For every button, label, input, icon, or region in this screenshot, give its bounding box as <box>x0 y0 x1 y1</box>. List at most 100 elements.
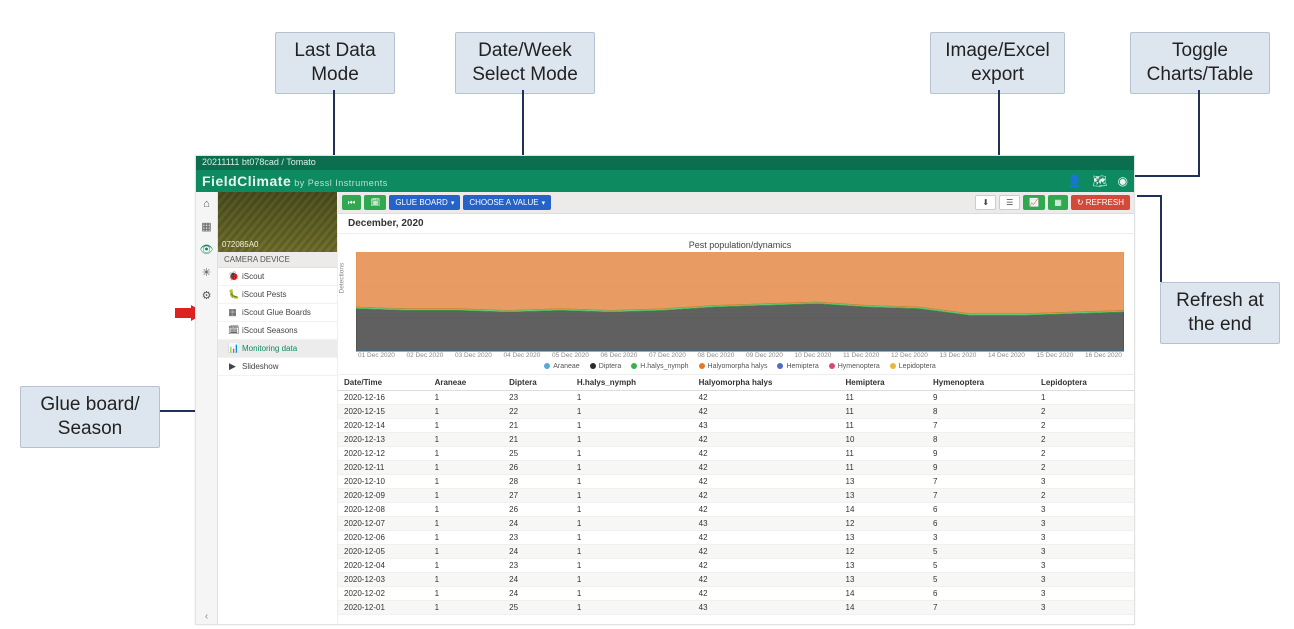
home-icon[interactable]: ⌂ <box>203 198 210 210</box>
callout-toggle: ToggleCharts/Table <box>1130 32 1270 94</box>
dashboard-icon[interactable]: ▦ <box>201 220 211 233</box>
chart-xtick: 16 Dec 2020 <box>1085 352 1122 359</box>
breadcrumb: 20211111 bt078cad / Tomato <box>196 156 1134 170</box>
toolbar: ⏮ 🗓 GLUE BOARD▾ CHOOSE A VALUE▾ ⬇ ☰ 📈 ▦ … <box>338 192 1134 214</box>
table-row: 2020-12-131211421082 <box>338 433 1134 447</box>
legend-item: Halyomorpha halys <box>699 363 768 370</box>
export-excel-button[interactable]: ☰ <box>999 195 1020 210</box>
legend-item: Araneae <box>544 363 579 370</box>
chart-ylabel: Detections <box>339 263 346 294</box>
rail-collapse-icon[interactable]: ‹ <box>205 611 208 622</box>
month-label: December, 2020 <box>338 214 1134 234</box>
sidebar-item-monitoring-data[interactable]: 📊 Monitoring data <box>218 340 337 358</box>
table-row: 2020-12-121251421192 <box>338 447 1134 461</box>
table-row: 2020-12-111261421192 <box>338 461 1134 475</box>
app-window: 20211111 bt078cad / Tomato FieldClimateb… <box>195 155 1135 625</box>
table-row: 2020-12-021241421463 <box>338 587 1134 601</box>
table-header: Date/Time <box>338 375 429 391</box>
table-row: 2020-12-011251431473 <box>338 601 1134 615</box>
callout-export: Image/Excelexport <box>930 32 1065 94</box>
nav-label: iScout Seasons <box>242 326 298 335</box>
chart-xtick: 05 Dec 2020 <box>552 352 589 359</box>
nav-label: iScout Pests <box>242 290 286 299</box>
table-row: 2020-12-031241421353 <box>338 573 1134 587</box>
chart-xtick: 02 Dec 2020 <box>407 352 444 359</box>
sidebar-item-iscout-seasons[interactable]: 🗓iScout Seasons <box>218 322 337 340</box>
chart-xtick: 11 Dec 2020 <box>843 352 879 359</box>
callout-refresh: Refresh atthe end <box>1160 282 1280 344</box>
chart-xtick: 12 Dec 2020 <box>891 352 928 359</box>
chart-xlabels: 01 Dec 202002 Dec 202003 Dec 202004 Dec … <box>356 352 1124 359</box>
chart-panel: Pest population/dynamics Detections 01 D… <box>338 234 1134 374</box>
nav-label: Monitoring data <box>242 344 297 353</box>
chart-xtick: 14 Dec 2020 <box>988 352 1025 359</box>
calendar-button[interactable]: 🗓 <box>364 195 386 210</box>
eye-icon[interactable]: 👁 <box>200 243 214 256</box>
table-header: Araneae <box>429 375 504 391</box>
nav-icon: ▦ <box>228 307 237 318</box>
bug-icon[interactable]: ✳ <box>202 266 211 279</box>
last-data-button[interactable]: ⏮ <box>342 195 361 210</box>
legend-item: Lepidoptera <box>890 363 936 370</box>
chart-title: Pest population/dynamics <box>356 240 1124 250</box>
gear-icon[interactable]: ⚙ <box>202 289 212 302</box>
table-row: 2020-12-081261421463 <box>338 503 1134 517</box>
nav-label: iScout Glue Boards <box>242 308 311 317</box>
broadcast-icon[interactable]: ◉ <box>1118 174 1128 188</box>
station-hero: 072085A0 <box>218 192 337 252</box>
map-icon[interactable]: 🗺 <box>1092 174 1107 188</box>
chart-xtick: 07 Dec 2020 <box>649 352 686 359</box>
table-row: 2020-12-161231421191 <box>338 391 1134 405</box>
sidebar-nav: 🐞 iScout 🐛 iScout Pests ▦ iScout Glue Boards 🗓… <box>218 268 337 376</box>
sidebar-item-iscout[interactable]: 🐞 iScout <box>218 268 337 286</box>
callout-glueboard-season: Glue board/Season <box>20 386 160 448</box>
sidebar-item-iscout-glue-boards[interactable]: ▦ iScout Glue Boards <box>218 304 337 322</box>
sidebar-section-header: CAMERA DEVICE <box>218 252 337 268</box>
legend-item: H.halys_nymph <box>631 363 688 370</box>
chart-legend: Araneae Diptera H.halys_nymph Halyomorpha h… <box>356 359 1124 372</box>
nav-label: iScout <box>242 272 264 281</box>
choose-value-dropdown[interactable]: CHOOSE A VALUE▾ <box>463 195 551 210</box>
chart-xtick: 01 Dec 2020 <box>358 352 395 359</box>
left-rail: ⌂ ▦ 👁 ✳ ⚙ ‹ <box>196 192 218 624</box>
export-image-button[interactable]: ⬇ <box>975 195 996 210</box>
table-row: 2020-12-091271421372 <box>338 489 1134 503</box>
chart-xtick: 10 Dec 2020 <box>795 352 832 359</box>
table-header: H.halys_nymph <box>571 375 693 391</box>
station-id: 072085A0 <box>222 240 258 249</box>
chart-xtick: 15 Dec 2020 <box>1037 352 1074 359</box>
nav-label: Slideshow <box>242 362 278 371</box>
topbar: FieldClimateby Pessl Instruments 👤 🗺 ◉ <box>196 170 1134 192</box>
table-row: 2020-12-041231421353 <box>338 559 1134 573</box>
chart-xtick: 08 Dec 2020 <box>698 352 735 359</box>
chart-xtick: 06 Dec 2020 <box>601 352 638 359</box>
data-table: Date/TimeAraneaeDipteraH.halys_nymphHaly… <box>338 375 1134 615</box>
sidebar-item-slideshow[interactable]: ▶Slideshow <box>218 358 337 376</box>
connector-line <box>1198 90 1200 175</box>
connector-line <box>1137 195 1162 197</box>
table-row: 2020-12-061231421333 <box>338 531 1134 545</box>
table-header: Halyomorpha halys <box>693 375 840 391</box>
toggle-chart-button[interactable]: 📈 <box>1023 195 1045 210</box>
callout-date-week: Date/WeekSelect Mode <box>455 32 595 94</box>
nav-icon: 🐛 <box>228 289 237 300</box>
user-icon[interactable]: 👤 <box>1067 174 1082 188</box>
legend-item: Diptera <box>590 363 622 370</box>
chart-svg <box>356 252 1124 352</box>
table-header: Hymenoptera <box>927 375 1035 391</box>
table-row: 2020-12-051241421253 <box>338 545 1134 559</box>
legend-item: Hymenoptera <box>829 363 880 370</box>
sidebar-item-iscout-pests[interactable]: 🐛 iScout Pests <box>218 286 337 304</box>
chart-xtick: 04 Dec 2020 <box>504 352 541 359</box>
refresh-button[interactable]: ↻ REFRESH <box>1071 195 1130 210</box>
toggle-table-button[interactable]: ▦ <box>1048 195 1068 210</box>
table-header: Lepidoptera <box>1035 375 1134 391</box>
data-table-wrap[interactable]: Date/TimeAraneaeDipteraH.halys_nymphHaly… <box>338 374 1134 624</box>
chart-xtick: 13 Dec 2020 <box>940 352 977 359</box>
callout-last-data-mode: Last DataMode <box>275 32 395 94</box>
nav-icon: 🐞 <box>228 271 237 282</box>
nav-icon: 📊 <box>228 343 237 354</box>
glue-board-dropdown[interactable]: GLUE BOARD▾ <box>389 195 460 210</box>
brand: FieldClimateby Pessl Instruments <box>202 173 388 189</box>
table-header: Hemiptera <box>840 375 928 391</box>
